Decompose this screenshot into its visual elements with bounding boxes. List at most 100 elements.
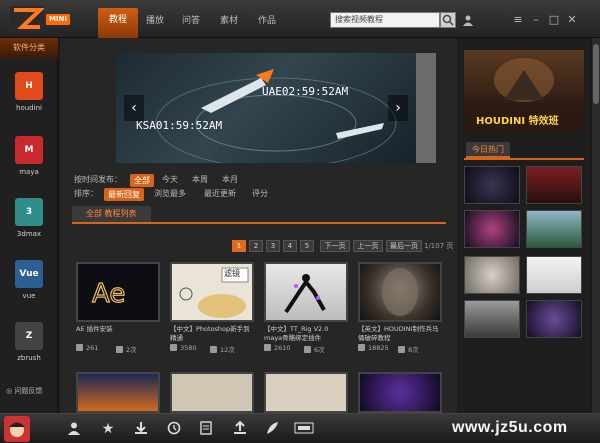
tutorial-card[interactable]: 滤镜 【中文】Photoshop新手到精通 3580 12次 <box>170 262 254 354</box>
sort-option-rating[interactable]: 评分 <box>252 188 268 199</box>
upload-icon[interactable] <box>232 420 248 437</box>
tab-materials[interactable]: 素材 <box>220 13 238 26</box>
hot-thumbnail[interactable] <box>464 300 520 338</box>
play-count-icon <box>170 344 177 351</box>
card-thumbnail[interactable]: 滤镜 <box>170 262 254 322</box>
avatar[interactable] <box>4 416 30 442</box>
card-title: AE 插件安装 <box>76 325 113 333</box>
card-thumbnail[interactable] <box>264 372 348 413</box>
sort-filter-label: 排序： <box>74 189 98 198</box>
prev-page-button[interactable]: 上一页 <box>353 240 383 252</box>
page-1-button[interactable]: 1 <box>232 240 246 252</box>
next-page-button[interactable]: 下一页 <box>320 240 350 252</box>
promo-banner[interactable]: HOUDINI 特效班 <box>464 50 584 132</box>
download-icon[interactable] <box>133 421 149 437</box>
page-2-button[interactable]: 2 <box>249 240 263 252</box>
featured-banner[interactable]: ‹ › UAE02:59:52AM KSA01:59:52AM <box>116 53 416 163</box>
feather-icon[interactable] <box>264 421 280 437</box>
comment-icon <box>210 346 217 353</box>
sidebar-item-maya[interactable]: M maya <box>0 136 58 196</box>
hot-thumbnail[interactable] <box>526 300 582 338</box>
time-option-month[interactable]: 本月 <box>222 174 238 185</box>
mini-mode-icon[interactable] <box>294 421 314 437</box>
tab-works[interactable]: 作品 <box>258 13 276 26</box>
minimize-icon[interactable]: – <box>530 14 542 26</box>
time-option-today[interactable]: 今天 <box>162 174 178 185</box>
hot-thumbnail[interactable] <box>464 256 520 294</box>
banner-next-button[interactable]: › <box>388 95 408 121</box>
time-option-week[interactable]: 本周 <box>192 174 208 185</box>
sort-option-most-viewed[interactable]: 浏览最多 <box>154 188 186 199</box>
card-views: 18825 <box>368 344 389 352</box>
hot-thumbnail[interactable] <box>526 256 582 294</box>
time-filter-label: 按时间发布： <box>74 175 122 184</box>
tab-play[interactable]: 播放 <box>146 13 164 26</box>
banner-side-strip <box>416 53 436 163</box>
card-thumbnail[interactable] <box>358 262 442 322</box>
page-5-button[interactable]: 5 <box>300 240 314 252</box>
search-button[interactable] <box>440 12 456 28</box>
star-icon[interactable]: ★ <box>100 421 116 437</box>
sidebar-item-zbrush[interactable]: Z zbrush <box>0 322 58 382</box>
sidebar-item-label: 3dmax <box>16 230 42 238</box>
hot-divider <box>464 158 584 160</box>
play-count-icon <box>264 344 271 351</box>
card-thumbnail[interactable] <box>264 262 348 322</box>
time-option-all[interactable]: 全部 <box>130 174 154 187</box>
close-icon[interactable]: ✕ <box>566 14 578 26</box>
card-stats: 2610 6次 <box>264 344 348 354</box>
watermark-text: www.jz5u.com <box>452 419 568 436</box>
user-icon[interactable] <box>66 421 82 437</box>
tutorial-card[interactable]: 【英文】HOUDINI制作兵马俑破碎教程 18825 8次 <box>358 262 442 354</box>
svg-text:Ae: Ae <box>92 279 125 309</box>
sidebar-item-3dmax[interactable]: 3 3dmax <box>0 198 58 258</box>
houdini-icon: H <box>15 72 43 100</box>
hot-thumbnail[interactable] <box>526 210 582 248</box>
maximize-icon[interactable]: □ <box>548 14 560 26</box>
scrollbar-thumb[interactable] <box>593 44 599 104</box>
feedback-link[interactable]: ◎ 问题反馈 <box>6 386 42 396</box>
hot-today-title[interactable]: 今日热门 <box>466 142 510 158</box>
notes-icon[interactable] <box>198 421 214 437</box>
card-plays: 12次 <box>220 346 235 354</box>
maya-icon: M <box>15 136 43 164</box>
sort-option-latest-reply[interactable]: 最新回复 <box>104 188 144 201</box>
hot-thumbnail[interactable] <box>526 166 582 204</box>
logo-z-icon <box>10 6 44 32</box>
main-content: ‹ › UAE02:59:52AM KSA01:59:52AM 按时间发布： 全… <box>60 38 457 413</box>
search-input[interactable]: 搜索视频教程 <box>330 12 440 28</box>
tab-all-tutorials[interactable]: 全部 教程列表 <box>72 206 151 222</box>
menu-icon[interactable]: ≡ <box>512 14 524 26</box>
tab-tutorials[interactable]: 教程 <box>98 8 138 38</box>
history-icon[interactable] <box>166 421 182 437</box>
card-thumbnail[interactable]: Ae <box>76 262 160 322</box>
play-count-icon <box>76 344 83 351</box>
sidebar-item-houdini[interactable]: H houdini <box>0 72 58 132</box>
card-thumbnail[interactable] <box>358 372 442 413</box>
comment-icon <box>116 346 123 353</box>
banner-artwork <box>155 69 397 163</box>
card-views: 2610 <box>274 344 291 352</box>
tutorial-card[interactable]: Ae AE 插件安装 261 2次 <box>76 262 160 354</box>
hot-thumbnail[interactable] <box>464 166 520 204</box>
3dmax-icon: 3 <box>15 198 43 226</box>
vertical-scrollbar[interactable] <box>592 38 600 413</box>
card-plays: 8次 <box>408 346 419 354</box>
sort-option-recently-updated[interactable]: 最近更新 <box>204 188 236 199</box>
tab-qa[interactable]: 问答 <box>182 13 200 26</box>
last-page-button[interactable]: 最后一页 <box>386 240 422 252</box>
sidebar-item-label: maya <box>19 168 39 176</box>
card-title: 【英文】HOUDINI制作兵马俑破碎教程 <box>358 325 439 342</box>
tutorial-card[interactable]: 【中文】TT_Rig V2.0 maya骨骼绑定插件 2610 6次 <box>264 262 348 354</box>
card-thumbnail[interactable] <box>76 372 160 413</box>
app-logo[interactable]: MINI <box>10 6 70 32</box>
card-title: 【中文】TT_Rig V2.0 maya骨骼绑定插件 <box>264 325 329 342</box>
sidebar-item-vue[interactable]: Vue vue <box>0 260 58 320</box>
banner-prev-button[interactable]: ‹ <box>124 95 144 121</box>
card-thumbnail[interactable] <box>170 372 254 413</box>
page-3-button[interactable]: 3 <box>266 240 280 252</box>
page-4-button[interactable]: 4 <box>283 240 297 252</box>
hot-thumbnail[interactable] <box>464 210 520 248</box>
user-icon[interactable] <box>462 14 474 26</box>
card-thumb-text: 滤镜 <box>224 269 240 278</box>
